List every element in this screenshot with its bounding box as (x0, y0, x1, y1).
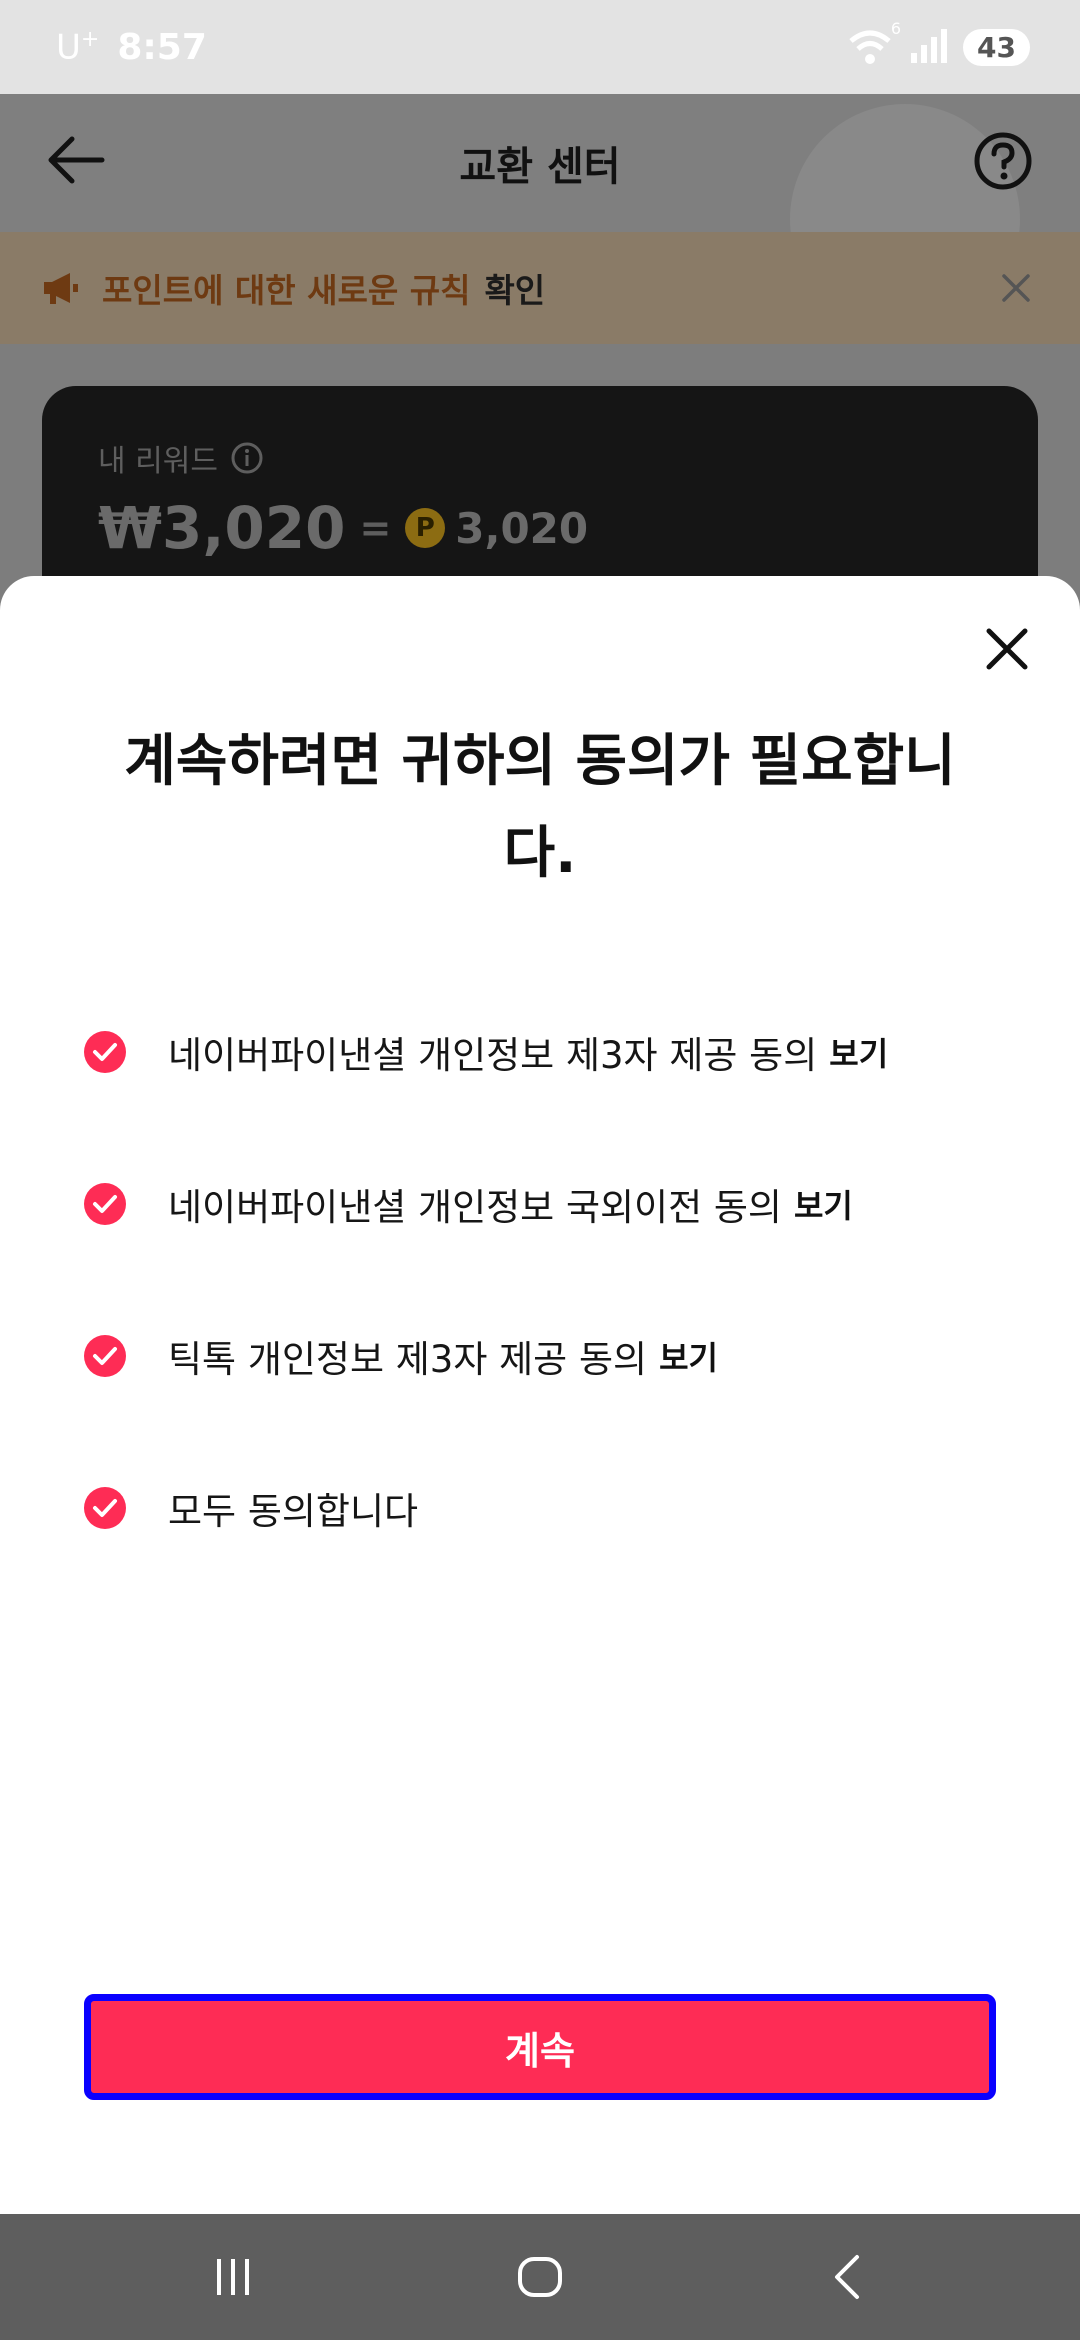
status-right: 6 43 (847, 19, 1030, 67)
consent-text: 틱톡 개인정보 제3자 제공 동의 (168, 1338, 648, 1381)
reward-amount: ₩3,020 (98, 494, 346, 562)
sheet-title: 계속하려면 귀하의 동의가 필요합니다. (124, 729, 956, 886)
app-header: 교환 센터 (0, 94, 1080, 334)
status-time: 8:57 (117, 26, 207, 68)
system-nav-bar (0, 2214, 1080, 2340)
home-icon (517, 2257, 562, 2297)
consent-item-naver-overseas[interactable]: 네이버파이낸셜 개인정보 국외이전 동의 보기 (84, 1128, 1004, 1280)
point-coin-icon: P (405, 508, 446, 548)
home-button[interactable] (495, 2232, 585, 2322)
consent-text: 모두 동의합니다 (168, 1490, 419, 1533)
consent-item-agree-all[interactable]: 모두 동의합니다 (84, 1432, 1004, 1584)
check-circle-icon[interactable] (84, 1487, 126, 1529)
sheet-close-button[interactable] (974, 616, 1040, 682)
continue-button[interactable]: 계속 (84, 1994, 996, 2100)
notice-text: 포인트에 대한 새로운 규칙 (102, 271, 471, 310)
close-icon (1002, 274, 1030, 302)
reward-points: 3,020 (455, 503, 589, 553)
carrier-name: U (56, 27, 81, 68)
close-icon (986, 628, 1028, 670)
recent-apps-button[interactable] (188, 2232, 278, 2322)
notice-close-button[interactable] (996, 268, 1036, 308)
wifi-icon: 6 (847, 19, 901, 67)
help-button[interactable] (972, 130, 1034, 192)
reward-label-row: 내 리워드 (98, 436, 982, 480)
battery-indicator: 43 (963, 28, 1030, 66)
consent-view-link[interactable]: 보기 (794, 1181, 853, 1227)
status-left: U+ 8:57 (56, 27, 207, 68)
consent-item-naver-third-party[interactable]: 네이버파이낸셜 개인정보 제3자 제공 동의 보기 (84, 976, 1004, 1128)
check-circle-icon[interactable] (84, 1183, 126, 1225)
rules-notice-banner[interactable]: 포인트에 대한 새로운 규칙 확인 (0, 232, 1080, 344)
signal-icon (909, 27, 948, 67)
recent-apps-icon (217, 2259, 250, 2295)
carrier-sup: + (80, 26, 100, 52)
consent-text: 네이버파이낸셜 개인정보 국외이전 동의 (168, 1186, 782, 1229)
notice-confirm-link[interactable]: 확인 (484, 264, 545, 312)
arrow-left-icon (48, 136, 105, 184)
system-back-button[interactable] (802, 2232, 892, 2322)
chevron-left-icon (834, 2255, 859, 2299)
consent-view-link[interactable]: 보기 (829, 1029, 888, 1075)
wifi-badge: 6 (890, 19, 902, 38)
consent-bottom-sheet: 계속하려면 귀하의 동의가 필요합니다. 네이버파이낸셜 개인정보 제3자 제공… (0, 576, 1080, 2214)
check-circle-icon[interactable] (84, 1335, 126, 1377)
consent-list: 네이버파이낸셜 개인정보 제3자 제공 동의 보기 네이버파이낸셜 개인정보 국… (84, 976, 1004, 1584)
consent-view-link[interactable]: 보기 (659, 1333, 718, 1379)
status-bar: U+ 8:57 6 43 (0, 0, 1080, 94)
reward-equals: = (359, 506, 392, 550)
question-circle-icon (974, 132, 1032, 190)
back-button[interactable] (40, 124, 112, 196)
check-circle-icon[interactable] (84, 1031, 126, 1073)
reward-label: 내 리워드 (98, 444, 218, 479)
page-title: 교환 센터 (459, 144, 621, 190)
consent-item-tiktok-third-party[interactable]: 틱톡 개인정보 제3자 제공 동의 보기 (84, 1280, 1004, 1432)
consent-text: 네이버파이낸셜 개인정보 제3자 제공 동의 (168, 1034, 818, 1077)
info-icon[interactable] (230, 441, 264, 475)
carrier-label: U+ (56, 27, 99, 67)
megaphone-icon (44, 273, 78, 304)
reward-amount-row: ₩3,020 = P 3,020 (98, 494, 982, 562)
